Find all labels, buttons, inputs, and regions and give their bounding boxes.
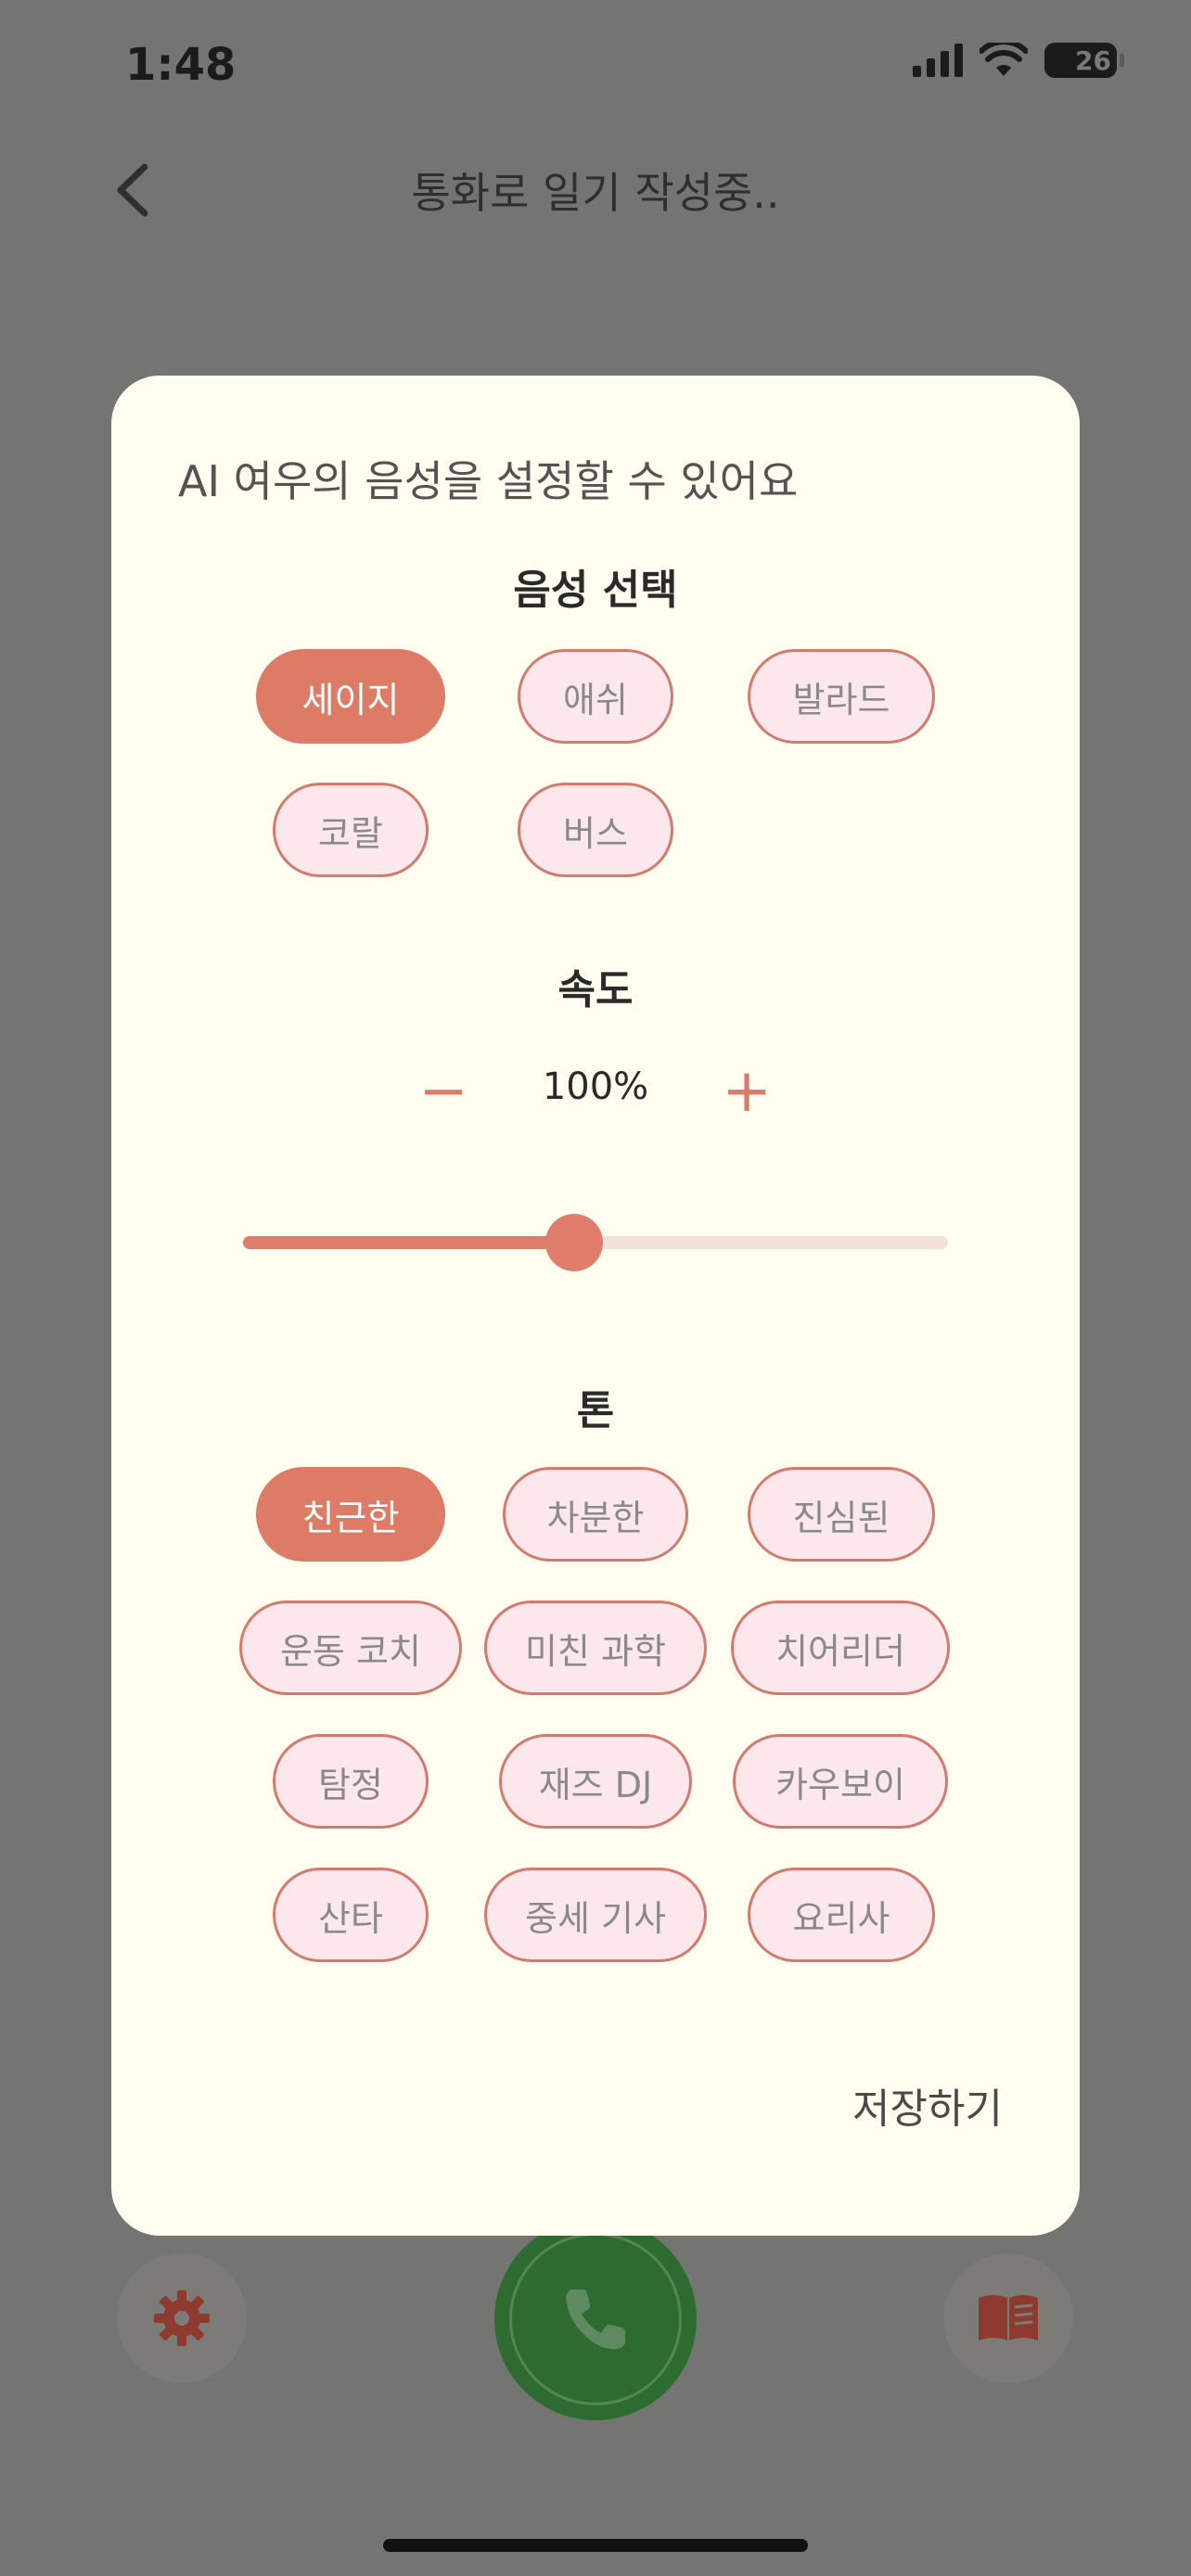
phone-icon [566, 2289, 625, 2350]
tone-option-sincere[interactable]: 진심된 [748, 1467, 935, 1562]
status-time: 1:48 [125, 39, 237, 91]
diary-button[interactable] [943, 2253, 1073, 2383]
tone-section-title: 톤 [576, 1387, 615, 1435]
tone-option-mad-scientist[interactable]: 미친 과학 [484, 1600, 707, 1695]
speed-section-title: 속도 [557, 966, 634, 1014]
modal-heading: AI 여우의 음성을 설정할 수 있어요 [178, 456, 799, 506]
voice-option-ballad[interactable]: 발라드 [748, 649, 935, 744]
tone-option-santa[interactable]: 산타 [273, 1868, 429, 1962]
voice-section-title: 음성 선택 [513, 567, 678, 614]
status-bar: 1:48 26 [0, 0, 1191, 139]
tone-option-fitness-coach[interactable]: 운동 코치 [239, 1600, 462, 1695]
tone-option-jazz-dj[interactable]: 재즈 DJ [499, 1734, 692, 1829]
call-button[interactable] [494, 2218, 697, 2420]
nav-bar: 통화로 일기 작성중.. [0, 139, 1191, 241]
tone-option-detective[interactable]: 탐정 [273, 1734, 429, 1829]
tone-option-chef[interactable]: 요리사 [748, 1868, 935, 1962]
settings-button[interactable] [117, 2253, 247, 2383]
voice-option-sage[interactable]: 세이지 [256, 649, 445, 744]
tone-option-cheerleader[interactable]: 치어리더 [731, 1600, 950, 1695]
cellular-signal-icon [913, 44, 963, 77]
gear-icon [154, 2290, 210, 2346]
speed-value: 100% [542, 1065, 649, 1108]
tone-option-cowboy[interactable]: 카우보이 [733, 1734, 948, 1829]
voice-option-verse[interactable]: 버스 [518, 783, 673, 877]
speed-slider[interactable] [243, 1214, 948, 1271]
battery-icon: 26 [1044, 43, 1124, 78]
home-indicator [383, 2539, 808, 2552]
voice-option-ash[interactable]: 애쉬 [518, 649, 673, 744]
tone-option-friendly[interactable]: 친근한 [256, 1467, 445, 1562]
battery-level: 26 [1075, 45, 1111, 76]
wifi-icon [980, 43, 1028, 76]
speed-stepper: − 100% + [111, 1045, 1080, 1138]
voice-settings-modal: AI 여우의 음성을 설정할 수 있어요 음성 선택 세이지 애쉬 발라드 코랄… [111, 376, 1080, 2236]
slider-fill [243, 1236, 575, 1249]
slider-thumb[interactable] [545, 1214, 604, 1271]
voice-option-coral[interactable]: 코랄 [273, 783, 429, 877]
tone-option-medieval-knight[interactable]: 중세 기사 [484, 1868, 707, 1962]
status-icons: 26 [913, 43, 1124, 78]
page-title: 통화로 일기 작성중.. [411, 168, 780, 218]
book-icon [979, 2295, 1038, 2340]
speed-increase-button[interactable]: + [700, 1045, 793, 1138]
tone-option-calm[interactable]: 차분한 [503, 1467, 688, 1562]
save-button[interactable]: 저장하기 [835, 2072, 1020, 2137]
